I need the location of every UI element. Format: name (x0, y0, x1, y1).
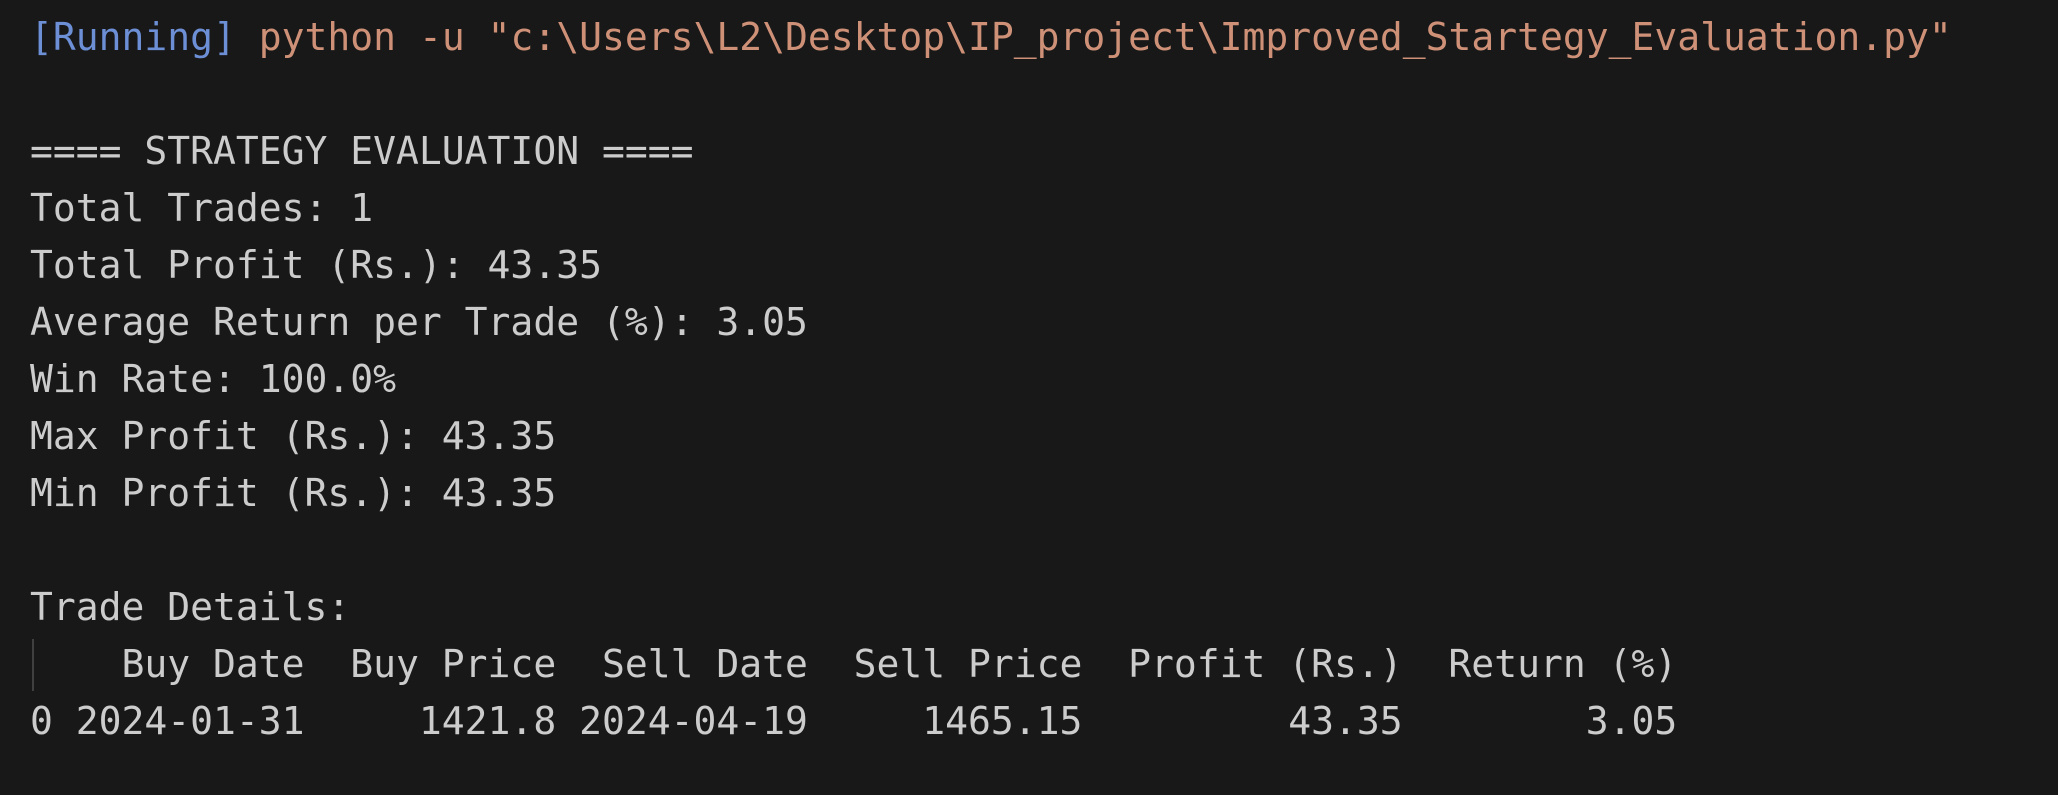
command-text: python -u "c:\Users\L2\Desktop\IP_projec… (258, 15, 1952, 59)
terminal-output: [Running] python -u "c:\Users\L2\Desktop… (30, 9, 2058, 795)
max-profit-line: Max Profit (Rs.): 43.35 (30, 414, 557, 458)
avg-return-line: Average Return per Trade (%): 3.05 (30, 300, 808, 344)
running-tag: [Running] (30, 15, 236, 59)
win-rate-line: Win Rate: 100.0% (30, 357, 397, 401)
trade-table-row: 0 2024-01-31 1421.8 2024-04-19 1465.15 4… (30, 699, 1678, 743)
run-command-line: [Running] python -u "c:\Users\L2\Desktop… (30, 9, 2058, 66)
trade-table-header-text: Buy Date Buy Price Sell Date Sell Price … (30, 642, 1678, 686)
min-profit-line: Min Profit (Rs.): 43.35 (30, 471, 557, 515)
trade-table-header-row: Buy Date Buy Price Sell Date Sell Price … (30, 636, 2058, 693)
evaluation-heading: ==== STRATEGY EVALUATION ==== (30, 129, 694, 173)
indent-guide (32, 639, 34, 691)
trade-details-label: Trade Details: (30, 585, 351, 629)
total-trades-line: Total Trades: 1 (30, 186, 374, 230)
total-profit-line: Total Profit (Rs.): 43.35 (30, 243, 602, 287)
